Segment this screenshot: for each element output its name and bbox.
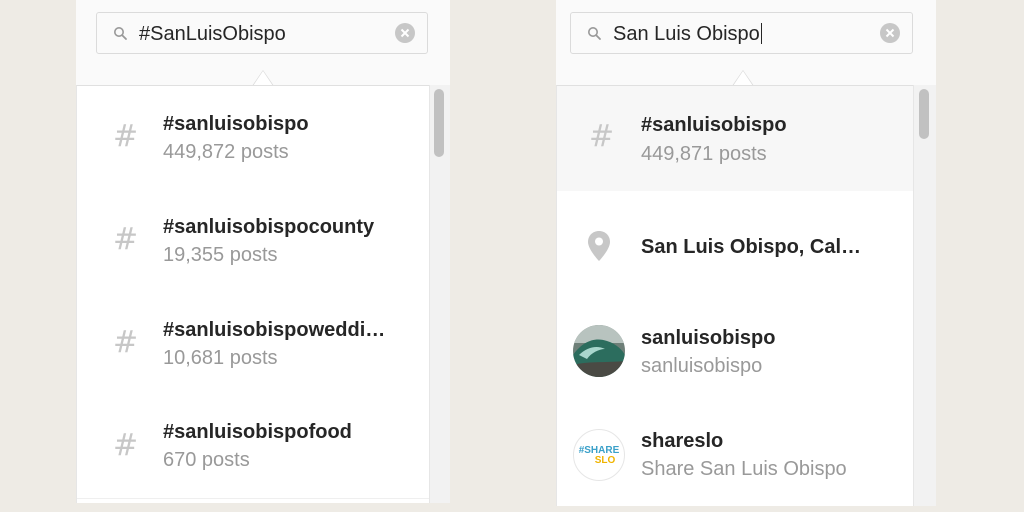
hashtag-icon: # — [589, 119, 615, 154]
result-post-count: 19,355 posts — [163, 244, 278, 266]
results-scrollbar[interactable] — [429, 85, 450, 503]
search-icon — [588, 27, 601, 40]
result-post-count: 449,871 posts — [641, 143, 767, 165]
shareslo-logo: #SHARE SLO — [579, 445, 620, 466]
result-title: San Luis Obispo, Cal… — [641, 236, 862, 258]
result-username: shareslo — [641, 430, 724, 452]
result-post-count: 449,872 posts — [163, 141, 289, 163]
location-pin-icon — [588, 231, 610, 261]
clear-search-icon[interactable] — [880, 23, 900, 43]
result-place-row[interactable]: San Luis Obispo, Cal… — [557, 191, 914, 298]
result-fullname: sanluisobispo — [641, 355, 763, 377]
result-hashtag-row[interactable]: # #sanluisobispofood 670 posts — [77, 395, 430, 499]
search-query: #SanLuisObispo — [139, 23, 286, 45]
result-title: #sanluisobispofood — [163, 421, 352, 443]
result-hashtag-row[interactable]: # #sanluisobispoweddi… 10,681 posts — [77, 292, 430, 396]
hashtag-search-panel: #SanLuisObispo # #sanluisobispo 449,872 … — [76, 0, 450, 503]
search-query-text: San Luis Obispo — [613, 23, 760, 45]
result-hashtag-row[interactable]: # #sanluisobispocounty 19,355 posts — [77, 189, 430, 293]
result-post-count: 10,681 posts — [163, 347, 278, 369]
result-post-count: 670 posts — [163, 449, 250, 471]
result-username: sanluisobispo — [641, 327, 776, 349]
general-search-panel: San Luis Obispo # #sanluisobispo 449,871… — [556, 0, 936, 506]
result-title: #sanluisobispoweddi… — [163, 319, 386, 341]
shareslo-avatar: #SHARE SLO — [573, 429, 625, 481]
dropdown-pointer — [252, 70, 274, 86]
search-results-dropdown: # #sanluisobispo 449,871 posts San Luis … — [556, 85, 914, 506]
hashtag-icon: # — [113, 325, 139, 360]
search-icon — [114, 27, 127, 40]
search-results-dropdown: # #sanluisobispo 449,872 posts # #sanlui… — [76, 85, 430, 503]
search-input[interactable]: San Luis Obispo — [570, 12, 913, 54]
hashtag-icon: # — [113, 222, 139, 257]
hashtag-icon: # — [113, 119, 139, 154]
result-fullname: Share San Luis Obispo — [641, 458, 847, 480]
dropdown-pointer — [732, 70, 754, 86]
shareslo-logo-line2: SLO — [595, 455, 616, 466]
wave-avatar — [573, 325, 625, 377]
scrollbar-thumb[interactable] — [434, 89, 444, 157]
text-caret — [760, 23, 763, 44]
wave-image — [573, 325, 625, 377]
scrollbar-thumb[interactable] — [919, 89, 929, 139]
result-title: #sanluisobispo — [641, 114, 787, 136]
result-user-row[interactable]: sanluisobispo sanluisobispo — [557, 297, 914, 405]
result-user-row[interactable]: #SHARE SLO shareslo Share San Luis Obisp… — [557, 404, 914, 506]
search-input[interactable]: #SanLuisObispo — [96, 12, 428, 54]
hashtag-icon: # — [113, 428, 139, 463]
clear-search-icon[interactable] — [395, 23, 415, 43]
result-hashtag-row[interactable]: # #sanluisobispo 449,872 posts — [77, 86, 430, 190]
result-title: #sanluisobispo — [163, 113, 309, 135]
results-scrollbar[interactable] — [913, 85, 936, 506]
result-hashtag-row[interactable]: # #sanluisobispo 449,871 posts — [557, 86, 914, 192]
result-title: #sanluisobispocounty — [163, 216, 375, 238]
search-query: San Luis Obispo — [613, 23, 763, 46]
